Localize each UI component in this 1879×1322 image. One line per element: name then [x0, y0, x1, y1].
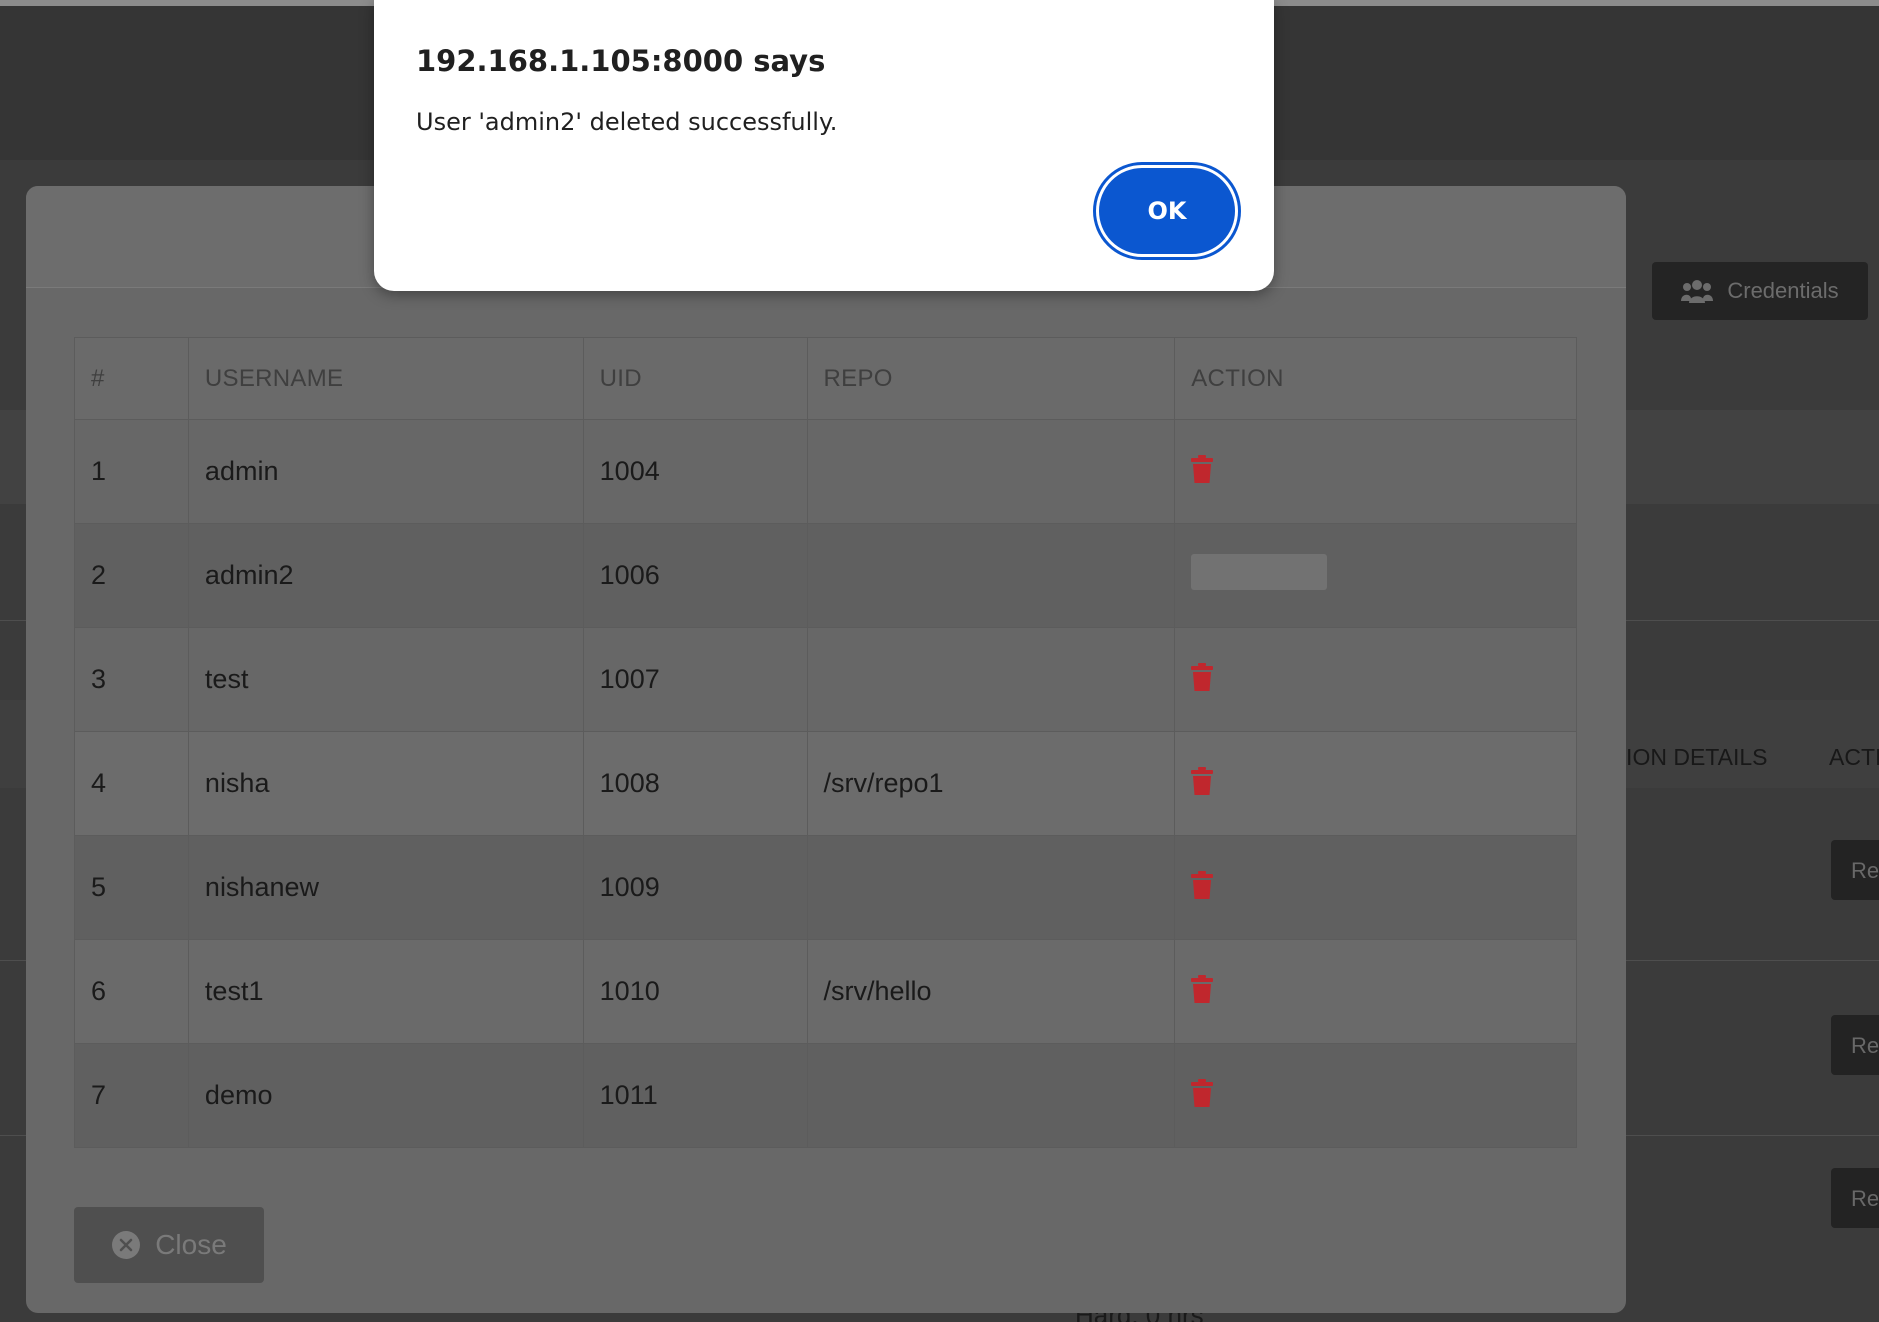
cell-action — [1174, 627, 1577, 732]
cell-repo — [806, 627, 1176, 732]
cell-username: demo — [187, 1043, 584, 1148]
table-row: 3 test 1007 — [74, 627, 1577, 732]
background-row-button[interactable]: Re — [1831, 1168, 1879, 1228]
cell-number: 3 — [74, 627, 189, 732]
credentials-label: Credentials — [1727, 278, 1839, 303]
cell-repo — [806, 523, 1176, 628]
cell-number: 7 — [74, 1043, 189, 1148]
background-row-button[interactable]: Re — [1831, 840, 1879, 900]
column-header-uid: UID — [582, 337, 808, 420]
table-header-row: # USERNAME UID REPO ACTION — [74, 337, 1577, 420]
table-row: 6 test1 1010 /srv/hello — [74, 939, 1577, 1044]
cell-uid: 1011 — [582, 1043, 808, 1148]
column-header-username: USERNAME — [187, 337, 584, 420]
cell-uid: 1006 — [582, 523, 808, 628]
column-header-repo: REPO — [806, 337, 1176, 420]
cell-uid: 1010 — [582, 939, 808, 1044]
background-column-details: TION DETAILS — [1612, 744, 1768, 770]
cell-number: 6 — [74, 939, 189, 1044]
column-header-action: ACTION — [1174, 337, 1577, 420]
cell-username: test1 — [187, 939, 584, 1044]
cell-username: nisha — [187, 731, 584, 836]
alert-dialog: 192.168.1.105:8000 says User 'admin2' de… — [374, 0, 1274, 291]
cell-action — [1174, 939, 1577, 1044]
users-modal: # USERNAME UID REPO ACTION 1 admin 1004 … — [26, 186, 1626, 1313]
column-header-number: # — [74, 337, 189, 420]
cell-username: admin — [187, 419, 584, 524]
trash-icon[interactable] — [1191, 454, 1214, 483]
cell-number: 2 — [74, 523, 189, 628]
trash-icon[interactable] — [1191, 1078, 1214, 1107]
table-row: 7 demo 1011 — [74, 1043, 1577, 1148]
table-row: 2 admin2 1006 — [74, 523, 1577, 628]
cell-username: admin2 — [187, 523, 584, 628]
cell-action — [1174, 731, 1577, 836]
deleted-placeholder — [1191, 554, 1328, 590]
cell-username: nishanew — [187, 835, 584, 940]
cell-action — [1174, 835, 1577, 940]
trash-icon[interactable] — [1191, 766, 1214, 795]
cell-number: 4 — [74, 731, 189, 836]
background-column-action: ACTI — [1829, 744, 1879, 770]
close-label: Close — [155, 1229, 227, 1260]
table-row: 4 nisha 1008 /srv/repo1 — [74, 731, 1577, 836]
cell-repo — [806, 835, 1176, 940]
users-icon — [1681, 280, 1714, 303]
cell-number: 5 — [74, 835, 189, 940]
trash-icon[interactable] — [1191, 662, 1214, 691]
table-row: 5 nishanew 1009 — [74, 835, 1577, 940]
cell-repo: /srv/repo1 — [806, 731, 1176, 836]
cell-uid: 1008 — [582, 731, 808, 836]
cell-uid: 1004 — [582, 419, 808, 524]
trash-icon[interactable] — [1191, 974, 1214, 1003]
background-row-button[interactable]: Re — [1831, 1015, 1879, 1075]
cell-number: 1 — [74, 419, 189, 524]
cell-repo: /srv/hello — [806, 939, 1176, 1044]
ok-button[interactable]: OK — [1096, 165, 1238, 257]
cell-uid: 1009 — [582, 835, 808, 940]
table-row: 1 admin 1004 — [74, 419, 1577, 524]
cell-repo — [806, 1043, 1176, 1148]
trash-icon[interactable] — [1191, 870, 1214, 899]
close-circle-icon — [112, 1231, 141, 1259]
cell-username: test — [187, 627, 584, 732]
credentials-button[interactable]: Credentials — [1652, 262, 1868, 320]
users-table: # USERNAME UID REPO ACTION 1 admin 1004 … — [74, 337, 1577, 1148]
alert-message: User 'admin2' deleted successfully. — [416, 108, 838, 136]
close-button[interactable]: Close — [74, 1207, 264, 1283]
alert-title: 192.168.1.105:8000 says — [416, 44, 826, 78]
cell-repo — [806, 419, 1176, 524]
cell-action — [1174, 523, 1577, 628]
cell-uid: 1007 — [582, 627, 808, 732]
cell-action — [1174, 419, 1577, 524]
cell-action — [1174, 1043, 1577, 1148]
